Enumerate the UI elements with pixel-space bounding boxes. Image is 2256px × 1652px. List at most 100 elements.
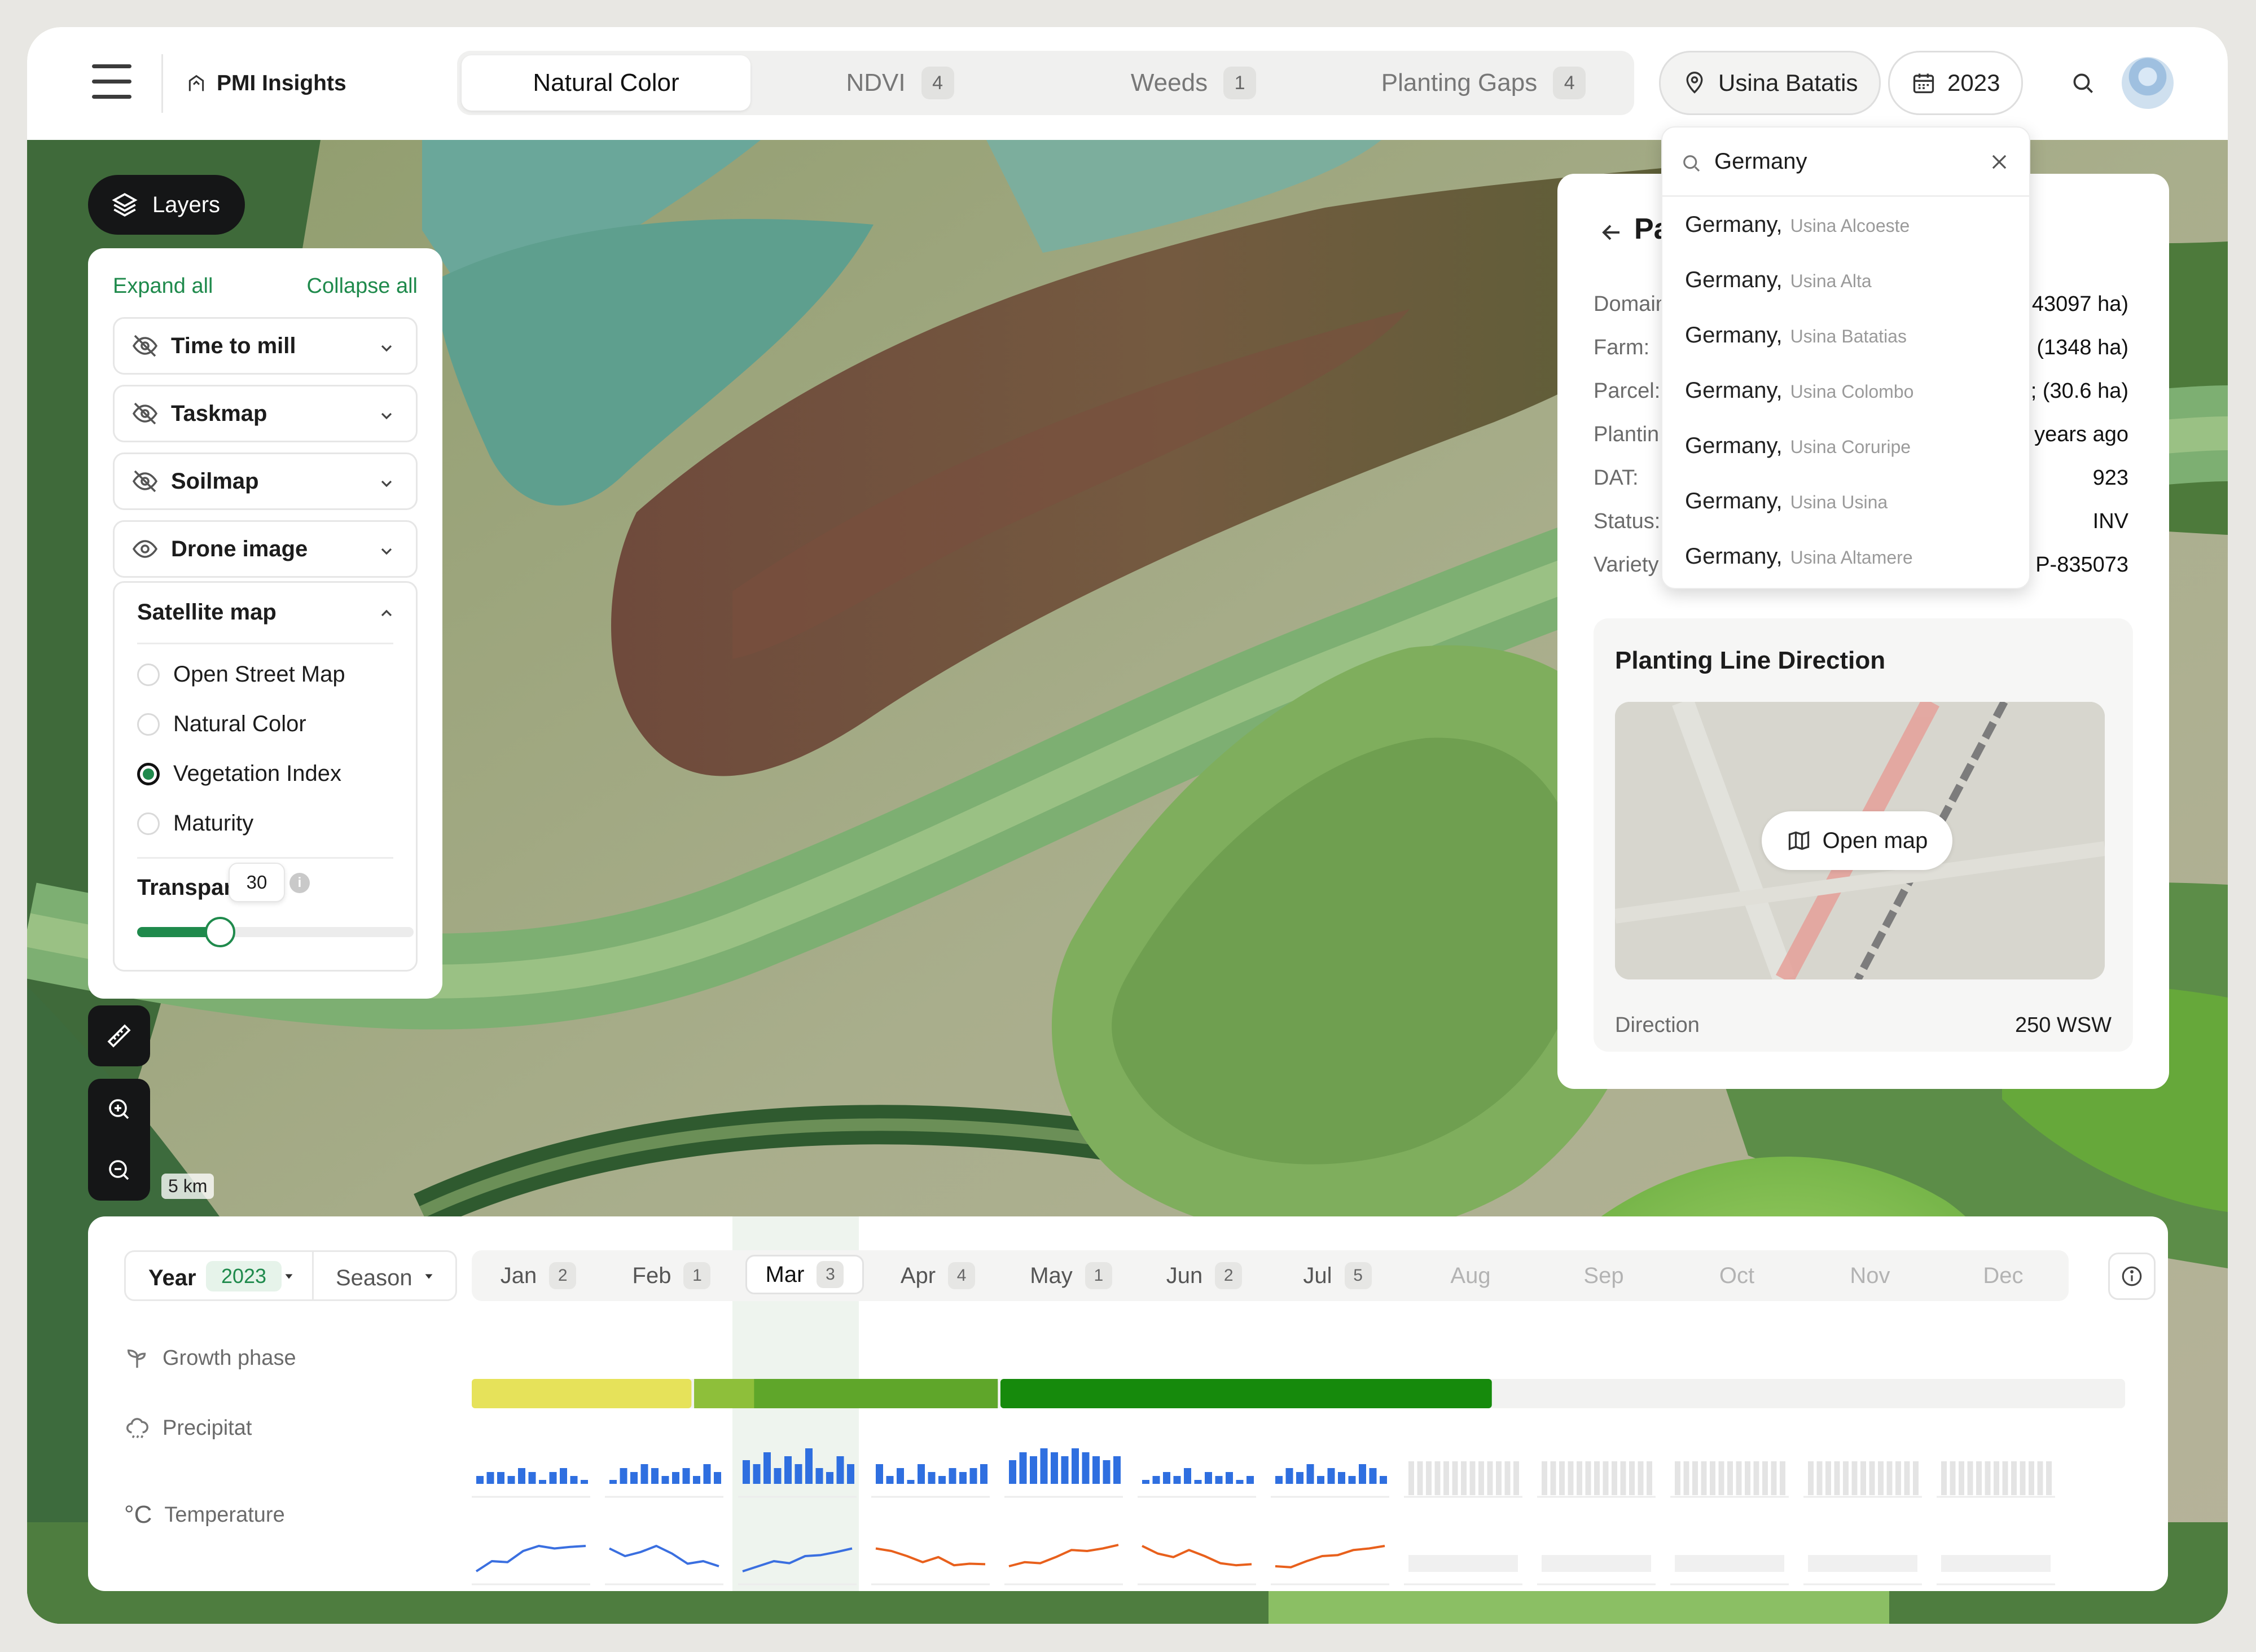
- tab-natural-color[interactable]: Natural Color: [462, 55, 750, 111]
- radio-maturity[interactable]: Maturity: [137, 811, 253, 836]
- search-input[interactable]: Germany: [1714, 149, 1807, 174]
- info-icon[interactable]: i: [289, 873, 310, 893]
- result-site: Usina Alcoeste: [1790, 216, 1910, 236]
- arrow-left-icon[interactable]: [1598, 219, 1625, 246]
- view-tabs: Natural Color NDVI 4 Weeds 1 Planting Ga…: [457, 51, 1634, 115]
- radio-vegetation-index[interactable]: Vegetation Index: [137, 761, 341, 787]
- layer-drone-image[interactable]: Drone image: [113, 520, 418, 578]
- precipitation-placeholder-bar: [2046, 1461, 2052, 1495]
- year-selector[interactable]: 2023: [1888, 51, 2024, 115]
- tab-planting-gaps[interactable]: Planting Gaps 4: [1337, 55, 1630, 111]
- temperature-placeholder: [1941, 1555, 2051, 1572]
- search-icon[interactable]: [2069, 69, 2097, 97]
- precipitation-bar: [1184, 1468, 1191, 1484]
- avatar[interactable]: [2122, 57, 2174, 109]
- precipitation-bar: [1285, 1468, 1293, 1484]
- precipitation-placeholder-bar: [1994, 1461, 1999, 1495]
- transparency-slider[interactable]: [137, 917, 414, 947]
- precipitation-bar: [620, 1468, 627, 1484]
- layer-time-to-mill[interactable]: Time to mill: [113, 317, 418, 375]
- precipitation-bar: [560, 1468, 567, 1484]
- tab-weeds[interactable]: Weeds 1: [1050, 55, 1337, 111]
- year-label: 2023: [1947, 69, 2000, 96]
- radio-dot[interactable]: [137, 812, 160, 835]
- detail-key: Variety: [1594, 553, 1659, 577]
- layer-label: Drone image: [171, 536, 308, 561]
- result-site: Usina Coruripe: [1790, 437, 1911, 457]
- chevron-up-icon[interactable]: [378, 604, 396, 622]
- transparency-tooltip: 30: [229, 863, 285, 902]
- precipitation-placeholder-bar: [1843, 1461, 1849, 1495]
- app-brand: PMI Insights: [185, 67, 346, 100]
- measure-tool[interactable]: [88, 1005, 150, 1066]
- radio-dot-selected[interactable]: [137, 762, 160, 785]
- temperature-line: [1008, 1544, 1119, 1567]
- radio-label: Natural Color: [173, 711, 306, 736]
- precipitation-placeholder-bar: [1513, 1461, 1519, 1495]
- search-result-item[interactable]: Germany, Usina Alcoeste: [1685, 212, 1910, 246]
- eye-icon[interactable]: [131, 535, 159, 563]
- precipitation-placeholder-bar: [1461, 1461, 1467, 1495]
- location-selector[interactable]: Usina Batatis: [1659, 51, 1881, 115]
- precipitation-placeholder-bar: [1408, 1461, 1414, 1495]
- zoom-out-button[interactable]: [88, 1140, 150, 1201]
- precipitation-placeholder-bar: [1550, 1461, 1556, 1495]
- precipitation-bar: [1061, 1456, 1069, 1484]
- result-site: Usina Batatias: [1790, 326, 1907, 346]
- radio-open-street-map[interactable]: Open Street Map: [137, 662, 345, 687]
- precipitation-bar: [980, 1464, 987, 1484]
- detail-value: INV: [2092, 509, 2128, 533]
- precipitation-placeholder-bar: [1904, 1461, 1910, 1495]
- direction-label: Direction: [1615, 1013, 1700, 1037]
- search-result-item[interactable]: Germany, Usina Altamere: [1685, 544, 1913, 578]
- ruler-icon[interactable]: [106, 1022, 133, 1049]
- zoom-in-icon[interactable]: [106, 1096, 133, 1123]
- layer-label: Time to mill: [171, 333, 296, 358]
- transparency-label: Transparency: [137, 875, 233, 900]
- precipitation-placeholder-bar: [1727, 1461, 1733, 1495]
- precipitation-bar: [1306, 1464, 1314, 1484]
- zoom-in-button[interactable]: [88, 1079, 150, 1140]
- search-result-item[interactable]: Germany, Usina Usina: [1685, 489, 1888, 522]
- precipitation-bar: [836, 1456, 844, 1484]
- precipitation-bar: [518, 1468, 525, 1484]
- satellite-map-title[interactable]: Satellite map: [137, 600, 276, 625]
- eye-off-icon[interactable]: [131, 332, 159, 359]
- precipitation-placeholder-bar: [1603, 1461, 1609, 1495]
- layer-taskmap[interactable]: Taskmap: [113, 385, 418, 442]
- radio-dot[interactable]: [137, 663, 160, 686]
- tab-ndvi[interactable]: NDVI 4: [756, 55, 1044, 111]
- detail-key: Domain: [1594, 292, 1667, 316]
- close-icon[interactable]: [1989, 151, 2010, 173]
- precipitation-bar: [1009, 1460, 1016, 1484]
- precipitation-placeholder-bar: [1816, 1461, 1823, 1495]
- radio-dot[interactable]: [137, 713, 160, 736]
- precipitation-placeholder-bar: [1620, 1461, 1626, 1495]
- precipitation-placeholder-bar: [1612, 1461, 1617, 1495]
- zoom-out-icon[interactable]: [106, 1157, 133, 1184]
- open-map-button[interactable]: Open map: [1762, 811, 1952, 870]
- expand-all-link[interactable]: Expand all: [113, 274, 213, 298]
- eye-off-icon[interactable]: [131, 468, 159, 495]
- layer-soilmap[interactable]: Soilmap: [113, 452, 418, 510]
- precipitation-placeholder-bar: [1808, 1461, 1814, 1495]
- precipitation-placeholder-bar: [1762, 1461, 1768, 1495]
- layers-button[interactable]: Layers: [88, 175, 245, 235]
- search-result-item[interactable]: Germany, Usina Colombo: [1685, 378, 1913, 412]
- eye-off-icon[interactable]: [131, 400, 159, 427]
- precipitation-bar: [703, 1464, 711, 1484]
- precipitation-bar: [928, 1472, 936, 1484]
- result-country: Germany,: [1685, 267, 1783, 292]
- search-result-item[interactable]: Germany, Usina Coruripe: [1685, 433, 1911, 467]
- tab-count-badge: 1: [1223, 67, 1257, 99]
- precipitation-placeholder-bar: [1860, 1461, 1866, 1495]
- precipitation-bar: [1215, 1476, 1223, 1484]
- radio-natural-color[interactable]: Natural Color: [137, 711, 306, 737]
- precipitation-bar: [640, 1464, 648, 1484]
- layer-label: Taskmap: [171, 401, 267, 426]
- search-result-item[interactable]: Germany, Usina Alta: [1685, 267, 1872, 301]
- slider-handle[interactable]: [205, 917, 235, 947]
- menu-icon[interactable]: [92, 64, 131, 99]
- search-result-item[interactable]: Germany, Usina Batatias: [1685, 323, 1907, 357]
- collapse-all-link[interactable]: Collapse all: [307, 274, 418, 298]
